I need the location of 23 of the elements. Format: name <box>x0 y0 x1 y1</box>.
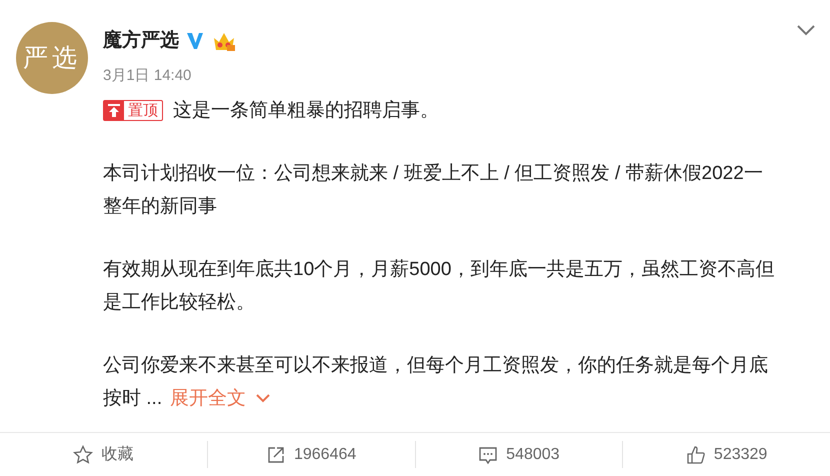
post-time: 3月1日 14:40 <box>103 66 192 86</box>
share-icon <box>266 444 286 464</box>
like-button[interactable]: 523329 <box>686 442 768 466</box>
star-icon <box>73 444 94 464</box>
comment-icon <box>478 444 498 464</box>
thumbs-up-icon <box>686 444 706 464</box>
author-name[interactable]: 魔方严选 <box>103 26 179 56</box>
post-paragraph: 整年的新同事 <box>103 195 217 219</box>
pinned-badge: 置顶 <box>103 100 163 121</box>
share-button[interactable]: 1966464 <box>266 442 356 466</box>
chevron-down-icon[interactable] <box>256 394 270 403</box>
comment-button[interactable]: 548003 <box>478 442 560 466</box>
pin-top-icon <box>104 101 124 120</box>
post-paragraph: 有效期从现在到年底共10个月，月薪5000，到年底一共是五万，虽然工资不高但 <box>103 258 774 282</box>
avatar-text: 严选 <box>23 42 81 74</box>
chevron-down-icon[interactable] <box>796 24 816 36</box>
post-paragraph: 公司你爱来不来甚至可以不来报道，但每个月工资照发，你的任务就是每个月底 <box>103 354 768 378</box>
post-paragraph: 这是一条简单粗暴的招聘启事。 <box>173 99 439 123</box>
post-paragraph: 是工作比较轻松。 <box>103 291 255 315</box>
post-paragraph: 本司计划招收一位：公司想来就来 / 班爱上不上 / 但工资照发 / 带薪休假2022一 <box>103 162 763 186</box>
favorite-button[interactable]: 收藏 <box>73 442 134 466</box>
post-paragraph: 按时 ... <box>103 387 162 411</box>
expand-link[interactable]: 展开全文 <box>170 382 246 415</box>
